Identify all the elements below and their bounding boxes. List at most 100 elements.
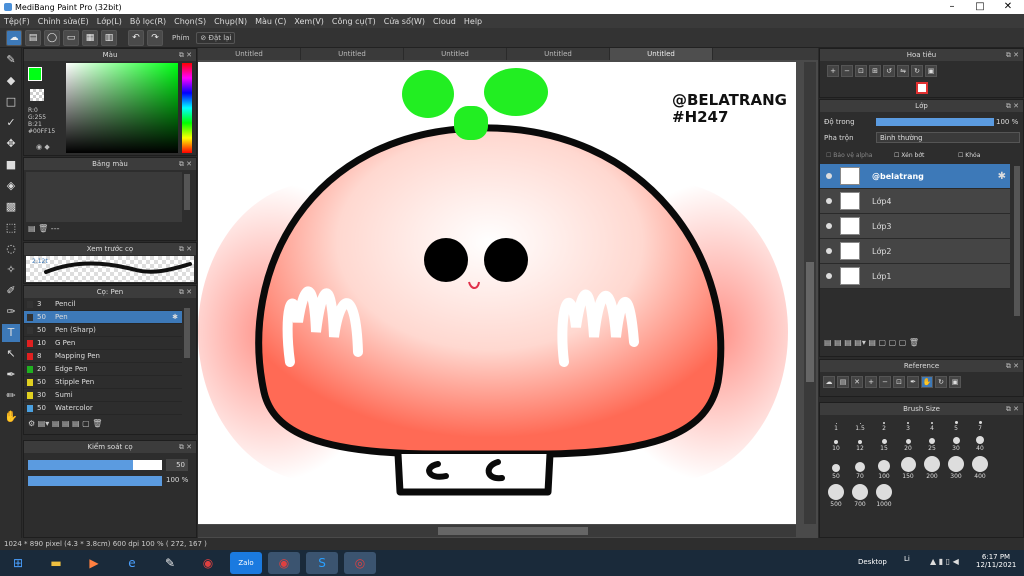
eraser-tool-icon[interactable]: ◆ xyxy=(2,72,20,90)
zalo-icon[interactable]: Zalo xyxy=(230,552,262,574)
pointer-tool-icon[interactable]: ↖ xyxy=(2,345,20,363)
redo-icon[interactable]: ↷ xyxy=(147,29,163,46)
hand-tool-icon[interactable]: ✋ xyxy=(2,408,20,426)
menu-item[interactable]: Công cụ(T) xyxy=(328,17,380,26)
ref-zoom-in-icon[interactable]: + xyxy=(865,376,877,388)
ref-fit-icon[interactable]: ⊡ xyxy=(893,376,905,388)
menu-item[interactable]: Xem(V) xyxy=(290,17,328,26)
drawing-canvas[interactable]: @BELATRANG #H247 xyxy=(198,62,796,524)
ref-rotate-icon[interactable]: ↻ xyxy=(935,376,947,388)
rotate-left-icon[interactable]: ↺ xyxy=(883,65,895,77)
menu-item[interactable]: Chụp(N) xyxy=(210,17,251,26)
fit-icon[interactable]: ⊡ xyxy=(855,65,867,77)
zoom-100-icon[interactable]: ⊞ xyxy=(869,65,881,77)
select-eraser-icon[interactable]: ✑ xyxy=(2,303,20,321)
bucket-tool-icon[interactable]: ◈ xyxy=(2,177,20,195)
speech-icon[interactable]: ▭ xyxy=(63,29,79,46)
brush-tool-icon[interactable]: ✎ xyxy=(2,51,20,69)
hue-slider[interactable] xyxy=(182,63,192,153)
menu-item[interactable]: Bộ lọc(R) xyxy=(126,17,170,26)
menu-item[interactable]: Chỉnh sửa(E) xyxy=(34,17,93,26)
brush-size-option[interactable]: 1000 xyxy=(872,484,896,508)
brush-size-option[interactable]: 70 xyxy=(848,462,872,480)
zoom-out-icon[interactable]: − xyxy=(841,65,853,77)
ref-eyedropper-icon[interactable]: ✒ xyxy=(907,376,919,388)
canvas-horizontal-scrollbar[interactable] xyxy=(198,525,796,537)
brush-size-option[interactable]: 4 xyxy=(920,422,944,432)
brush-item[interactable]: 10 G Pen xyxy=(24,337,182,350)
rotate-right-icon[interactable]: ↻ xyxy=(911,65,923,77)
document-tab[interactable]: Untitled xyxy=(198,48,301,60)
brush-item[interactable]: 3 Pencil xyxy=(24,298,182,311)
lasso-tool-icon[interactable]: ◌ xyxy=(2,240,20,258)
menu-item[interactable]: Tệp(F) xyxy=(0,17,34,26)
comment-icon[interactable]: ◯ xyxy=(44,29,60,46)
brush-item[interactable]: 20 Edge Pen xyxy=(24,363,182,376)
start-icon[interactable]: ⊞ xyxy=(2,552,34,574)
eyedropper-icon[interactable]: ✒ xyxy=(2,366,20,384)
lock-checkbox[interactable]: ☐ Khóa xyxy=(958,152,980,159)
ref-cloud-icon[interactable]: ☁ xyxy=(823,376,835,388)
color-tools[interactable]: ◉ ◆ xyxy=(36,143,64,153)
magic-wand-icon[interactable]: ✧ xyxy=(2,261,20,279)
brush-actions[interactable]: ⚙ ▤▾ ▤ ▤ ▤ ▢ 🗑 xyxy=(28,419,102,428)
layer-opacity-slider[interactable] xyxy=(876,118,994,126)
check-tool-icon[interactable]: ✓ xyxy=(2,114,20,132)
minimize-icon[interactable]: – xyxy=(938,0,966,14)
palette-actions[interactable]: ▤ 🗑 --- xyxy=(28,224,59,233)
brush-size-option[interactable]: 15 xyxy=(872,439,896,452)
menu-item[interactable]: Cửa sổ(W) xyxy=(380,17,429,26)
brush-item[interactable]: 8 Mapping Pen xyxy=(24,350,182,363)
ref-hand-icon[interactable]: ✋ xyxy=(921,376,933,388)
visibility-icon[interactable] xyxy=(826,173,832,179)
grid-icon[interactable]: ▦ xyxy=(82,29,98,46)
visibility-icon[interactable] xyxy=(826,248,832,254)
visibility-icon[interactable] xyxy=(826,223,832,229)
skype-icon[interactable]: S xyxy=(306,552,338,574)
paint-icon[interactable]: ✎ xyxy=(154,552,186,574)
brush-size-option[interactable]: 30 xyxy=(944,437,968,452)
brush-size-slider[interactable] xyxy=(28,460,162,470)
navigator-thumbnail[interactable] xyxy=(916,82,928,94)
layer-row[interactable]: Lớp1 xyxy=(820,264,1010,289)
document-tab[interactable]: Untitled xyxy=(507,48,610,60)
chrome-icon[interactable]: ◉ xyxy=(192,552,224,574)
medibang-icon[interactable]: ◎ xyxy=(344,552,376,574)
reset-button[interactable]: ⊘ Đặt lại xyxy=(196,31,236,44)
reference-tools[interactable]: ☁ ▤ ✕ + − ⊡ ✒ ✋ ↻ ▣ xyxy=(820,372,1023,392)
explorer-icon[interactable]: ▬ xyxy=(40,552,72,574)
brush-size-option[interactable]: 700 xyxy=(848,484,872,508)
brush-size-option[interactable]: 20 xyxy=(896,439,920,452)
palette-scrollbar[interactable] xyxy=(184,174,190,210)
foreground-swatch[interactable] xyxy=(28,67,42,81)
ref-open-icon[interactable]: ▤ xyxy=(837,376,849,388)
brush-size-option[interactable]: 10 xyxy=(824,440,848,452)
tray-icons[interactable]: ▲ ▮ ▯ ◀ xyxy=(930,557,959,566)
panel-icon[interactable]: ▥ xyxy=(101,29,117,46)
pen-tool-icon[interactable]: ✏ xyxy=(2,387,20,405)
color-picker-square[interactable] xyxy=(66,63,178,153)
brush-item[interactable]: 30 Sumi xyxy=(24,389,182,402)
menu-item[interactable]: Help xyxy=(460,17,486,26)
brush-size-option[interactable]: 1 xyxy=(824,423,848,432)
ref-reset-icon[interactable]: ▣ xyxy=(949,376,961,388)
brush-item[interactable]: 50 Stipple Pen xyxy=(24,376,182,389)
brush-size-option[interactable]: 40 xyxy=(968,436,992,452)
brush-item[interactable]: 50 Pen ✱ xyxy=(24,311,182,324)
fill-rect-icon[interactable]: ■ xyxy=(2,156,20,174)
select-pen-icon[interactable]: ✐ xyxy=(2,282,20,300)
brush-settings-icon[interactable]: ✱ xyxy=(172,313,178,321)
clock[interactable]: 6:17 PM 12/11/2021 xyxy=(976,553,1016,569)
menu-item[interactable]: Cloud xyxy=(429,17,460,26)
flip-icon[interactable]: ⇋ xyxy=(897,65,909,77)
brush-size-option[interactable]: 150 xyxy=(896,457,920,480)
ie-icon[interactable]: e xyxy=(116,552,148,574)
layer-row[interactable]: @belatrang ✱ xyxy=(820,164,1010,189)
reset-view-icon[interactable]: ▣ xyxy=(925,65,937,77)
palette-area[interactable] xyxy=(26,172,182,222)
undo-icon[interactable]: ↶ xyxy=(128,29,144,46)
visibility-icon[interactable] xyxy=(826,273,832,279)
brush-opacity-slider[interactable] xyxy=(28,476,162,486)
transparent-swatch[interactable] xyxy=(30,89,44,101)
gradient-tool-icon[interactable]: ▩ xyxy=(2,198,20,216)
